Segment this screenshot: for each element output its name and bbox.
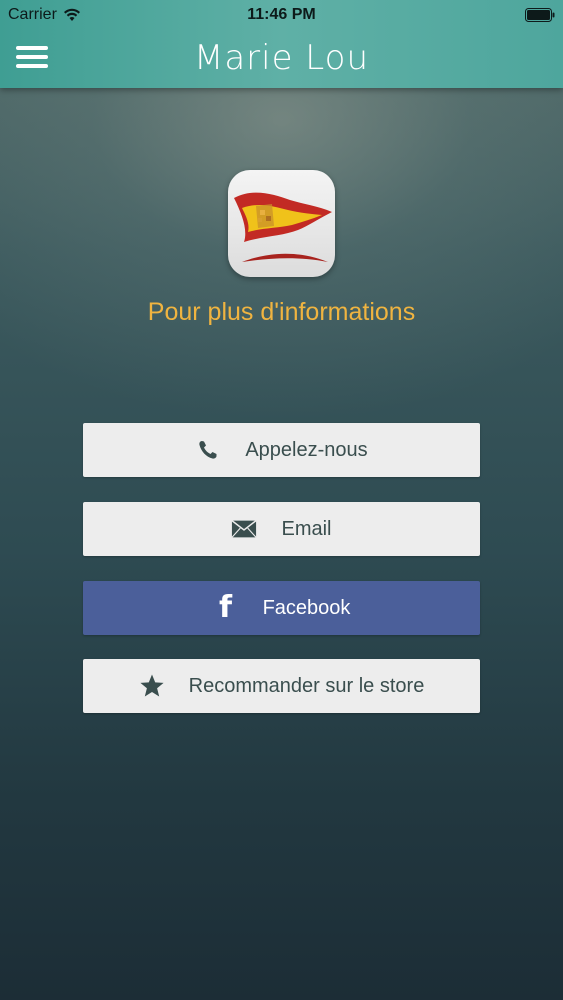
status-time: 11:46 PM (247, 6, 316, 23)
battery-icon (525, 8, 555, 22)
flag-logo-icon (234, 192, 332, 262)
star-icon (139, 673, 165, 699)
call-button[interactable]: Appelez-nous (83, 423, 480, 477)
top-bar: Carrier 11:46 PM Marie Lou (0, 0, 563, 88)
phone-icon (195, 437, 221, 463)
facebook-button-label: Facebook (262, 596, 351, 619)
call-button-label: Appelez-nous (245, 438, 368, 461)
facebook-icon: f (219, 590, 233, 625)
app-logo (228, 170, 335, 277)
nav-bar: Marie Lou (0, 30, 563, 88)
page-title: Marie Lou (193, 38, 369, 78)
app-screen: Carrier 11:46 PM Marie Lou Pour plus d'i… (0, 0, 563, 1000)
info-heading: Pour plus d'informations (147, 298, 416, 326)
facebook-button[interactable]: f Facebook (83, 581, 480, 635)
envelope-icon (231, 516, 258, 542)
email-button-label: Email (281, 517, 332, 540)
recommend-store-button[interactable]: Recommander sur le store (83, 659, 480, 713)
email-button[interactable]: Email (83, 502, 480, 556)
store-button-label: Recommander sur le store (188, 674, 425, 697)
status-bar: Carrier 11:46 PM (0, 0, 563, 30)
